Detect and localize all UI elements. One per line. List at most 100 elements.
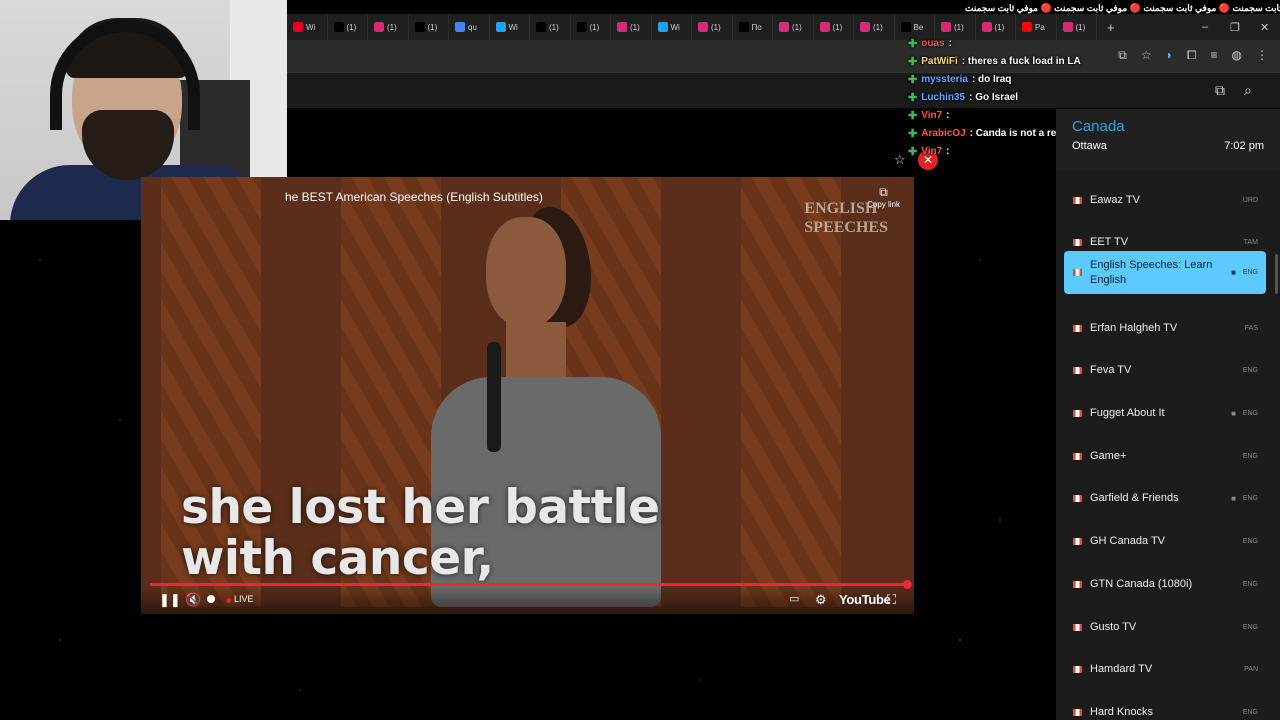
browser-tab[interactable]: (1) xyxy=(530,14,571,40)
sub-badge-icon: ✚ xyxy=(908,110,918,122)
channel-item[interactable]: Gusto TV ENG xyxy=(1064,606,1266,648)
channel-sidebar: Canada Ottawa 7:02 pm Eawaz TV URD EET TV T… xyxy=(1056,109,1280,720)
chat-username[interactable]: ouas xyxy=(921,38,944,49)
copy-icon: ⧉ xyxy=(879,185,888,199)
fullscreen-icon[interactable]: ⛶ xyxy=(887,592,896,608)
chat-username[interactable]: PatWiFi xyxy=(921,56,958,67)
chat-username[interactable]: Vin7 xyxy=(921,110,942,121)
sub-badge-icon: ✚ xyxy=(908,74,918,86)
globe-icon xyxy=(657,22,668,32)
tab-label: (1) xyxy=(832,22,843,32)
chat-message: ✚ Vin7: xyxy=(908,109,950,122)
canada-flag-icon xyxy=(1073,367,1082,375)
browser-tab[interactable]: (1) xyxy=(814,14,854,40)
captions-icon[interactable]: ▭ xyxy=(789,592,799,605)
browser-tab[interactable]: (1) xyxy=(611,14,652,40)
settings-gear-icon[interactable]: ⚙ xyxy=(815,592,827,608)
volume-slider[interactable] xyxy=(207,595,215,603)
browser-tab[interactable]: qu xyxy=(449,14,490,40)
youtube-logo[interactable]: YouTube xyxy=(839,592,891,607)
canada-flag-icon xyxy=(1073,239,1082,247)
channel-language: ENG xyxy=(1242,410,1258,417)
google-icon xyxy=(455,22,465,32)
channel-item[interactable]: Hard Knocks ENG xyxy=(1064,691,1266,720)
tab-label: (1) xyxy=(711,22,721,32)
canada-flag-icon xyxy=(1073,623,1082,631)
canada-flag-icon xyxy=(1073,666,1082,674)
instagram-icon xyxy=(860,22,870,32)
instagram-icon xyxy=(698,22,708,32)
chat-text: : xyxy=(948,38,952,49)
browser-tab[interactable]: (1) xyxy=(328,14,368,40)
browser-tab[interactable]: (1) xyxy=(773,14,814,40)
channel-item[interactable]: Eawaz TV URD xyxy=(1064,179,1266,221)
headphones xyxy=(50,20,200,130)
chat-text: : Go Israel xyxy=(969,92,1019,103)
chat-username[interactable]: Vin7 xyxy=(921,146,942,157)
canada-flag-icon xyxy=(1073,196,1082,204)
browser-tab[interactable]: (1) xyxy=(409,14,449,40)
subtitle-line1: she lost her battle xyxy=(181,480,660,535)
video-player[interactable]: he BEST American Speeches (English Subti… xyxy=(141,177,914,614)
scrollbar[interactable] xyxy=(1275,254,1278,294)
channel-language: ENG xyxy=(1242,269,1258,277)
face xyxy=(486,217,566,327)
channel-item[interactable]: GH Canada TV ENG xyxy=(1064,521,1266,563)
live-label[interactable]: LIVE xyxy=(234,594,254,604)
video-camera-icon: ■ xyxy=(1231,268,1236,278)
channel-item[interactable]: Hamdard TV PAN xyxy=(1064,649,1266,691)
chat-text: : xyxy=(946,146,950,157)
browser-tab[interactable]: Wi xyxy=(287,14,328,40)
channel-name: Hard Knocks xyxy=(1090,705,1153,718)
browser-tab[interactable]: (1) xyxy=(854,14,895,40)
channel-item[interactable]: Garfield & Friends ENG ■ xyxy=(1064,478,1266,520)
channel-name: GH Canada TV xyxy=(1090,535,1166,548)
channel-item[interactable]: English Speeches: Learn English ENG ■ xyxy=(1064,251,1266,295)
canada-flag-icon xyxy=(1073,452,1082,460)
channel-item[interactable]: GTN Canada (1080i) ENG xyxy=(1064,563,1266,605)
mute-icon[interactable]: 🔇 xyxy=(185,592,201,608)
channel-item[interactable]: Feva TV ENG xyxy=(1064,350,1266,392)
country-name[interactable]: Canada xyxy=(1072,118,1125,135)
browser-tab[interactable]: Wi xyxy=(490,14,530,40)
canada-flag-icon xyxy=(1073,538,1082,546)
video-camera-icon: ■ xyxy=(1231,409,1236,418)
watermark-line2: SPEECHES xyxy=(804,219,888,236)
chat-username[interactable]: myssteria xyxy=(921,74,968,85)
browser-tab[interactable]: (1) xyxy=(692,14,733,40)
x-icon xyxy=(576,22,587,32)
instagram-icon xyxy=(779,22,789,32)
browser-tab[interactable]: Wi xyxy=(652,14,692,40)
pinterest-icon xyxy=(293,22,303,32)
channel-watermark: ENGLISH SPEECHES xyxy=(804,199,888,237)
pause-icon[interactable]: ❚❚ xyxy=(159,592,181,608)
channel-language: ENG xyxy=(1242,495,1258,503)
canada-flag-icon xyxy=(1073,410,1082,417)
browser-tab[interactable]: По xyxy=(733,14,773,40)
channel-language: ENG xyxy=(1242,452,1258,460)
sub-badge-icon: ✚ xyxy=(908,92,918,104)
browser-tab[interactable]: (1) xyxy=(368,14,409,40)
channel-name: Hamdard TV xyxy=(1090,663,1153,676)
channel-name: Fugget About It xyxy=(1090,407,1165,419)
chat-message: ✚ myssteria: do Iraq xyxy=(908,73,1011,86)
channel-item[interactable]: Fugget About It ENG ■ xyxy=(1064,393,1266,435)
channel-item[interactable]: Erfan Halgheh TV FAS xyxy=(1064,307,1266,349)
browser-tab[interactable]: (1) xyxy=(571,14,611,40)
canada-flag-icon xyxy=(1073,580,1082,588)
channel-name: Gusto TV xyxy=(1090,620,1137,633)
channel-item[interactable]: Game+ ENG xyxy=(1064,435,1266,477)
chat-username[interactable]: Luchin35 xyxy=(921,92,965,103)
tab-label: По xyxy=(751,22,762,32)
chat-username[interactable]: ArabicOJ xyxy=(921,128,965,139)
microphone xyxy=(487,342,501,452)
canada-flag-icon xyxy=(1073,269,1082,277)
player-controls: ❚❚ 🔇 LIVE ▭ ⚙ YouTube ⛶ xyxy=(141,586,914,614)
channel-language: TAM xyxy=(1243,239,1258,247)
sub-badge-icon: ✚ xyxy=(908,128,918,140)
chat-message: ✚ ouas: xyxy=(908,37,952,50)
instagram-icon xyxy=(819,22,830,32)
city-name: Ottawa xyxy=(1072,140,1107,152)
video-title[interactable]: he BEST American Speeches (English Subti… xyxy=(285,190,543,204)
canada-flag-icon xyxy=(1073,708,1082,716)
